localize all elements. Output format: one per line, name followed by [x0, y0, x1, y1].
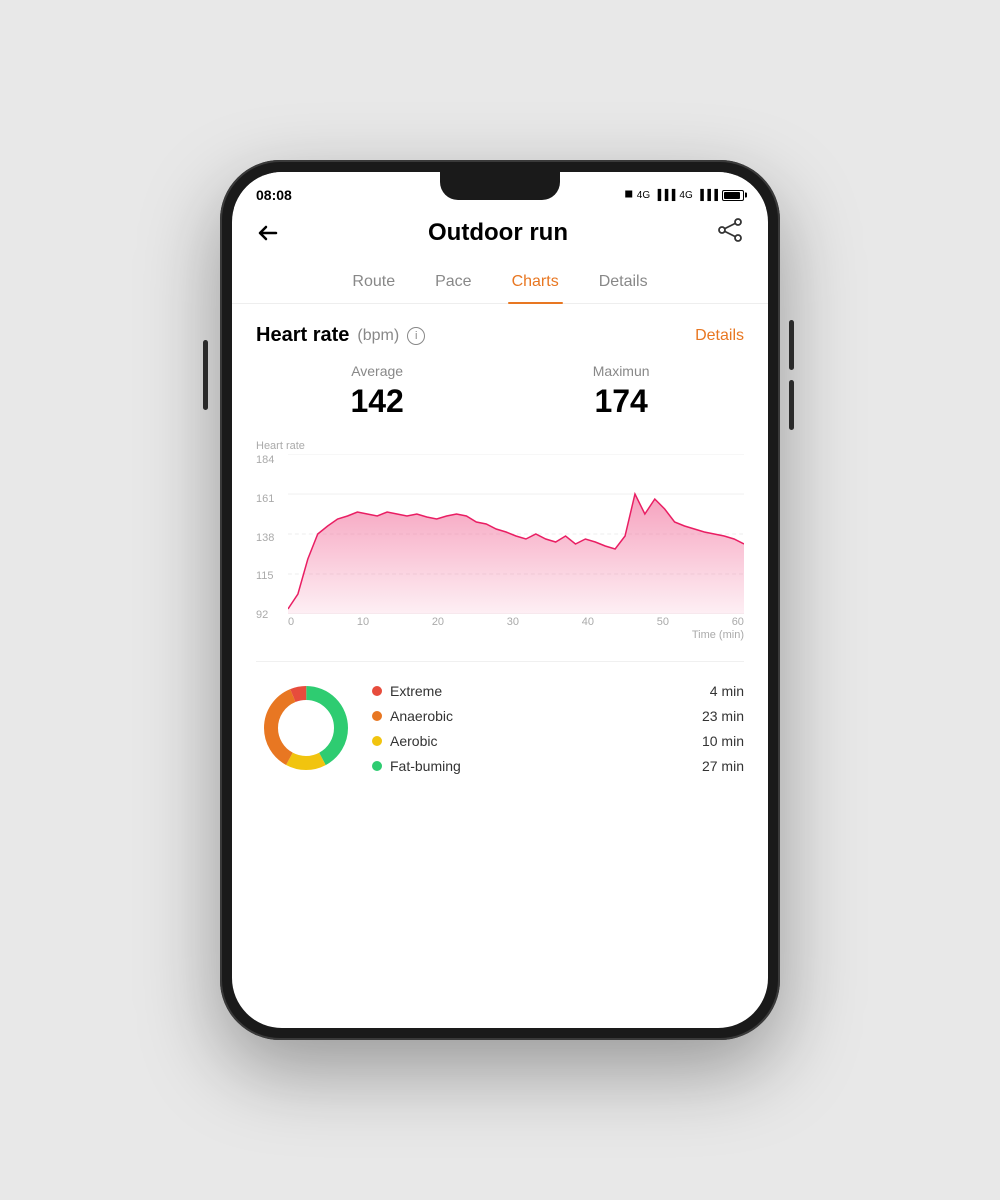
anaerobic-dot [372, 711, 382, 721]
content-area: Heart rate (bpm) i Details Average 142 M… [232, 304, 768, 1028]
legend-items: Extreme 4 min Anaerobic 23 min Aerobic 1… [372, 678, 744, 778]
power-button[interactable] [203, 340, 208, 410]
aerobic-time: 10 min [702, 733, 744, 749]
x-label-50: 50 [657, 616, 669, 628]
chart-area: 184 161 138 115 92 [256, 454, 744, 641]
share-icon [716, 216, 744, 244]
maximum-stat: Maximun 174 [593, 363, 650, 420]
heart-rate-title: Heart rate [256, 324, 349, 347]
maximum-value: 174 [593, 383, 650, 420]
x-label-0: 0 [288, 616, 294, 628]
average-value: 142 [350, 383, 403, 420]
heart-rate-details-link[interactable]: Details [695, 327, 744, 345]
x-label-10: 10 [357, 616, 369, 628]
tab-route[interactable]: Route [348, 265, 399, 303]
info-button[interactable]: i [407, 327, 425, 345]
signal-bars-2: ▐▐▐ [697, 190, 718, 201]
back-button[interactable] [256, 221, 280, 245]
heart-rate-unit: (bpm) [357, 327, 399, 345]
legend-item-aerobic: Aerobic 10 min [372, 733, 744, 749]
notch [440, 172, 560, 200]
tab-pace[interactable]: Pace [431, 265, 475, 303]
x-label-20: 20 [432, 616, 444, 628]
aerobic-dot [372, 736, 382, 746]
anaerobic-name: Anaerobic [390, 708, 694, 724]
heart-rate-chart-wrapper: Heart rate 184 161 138 115 92 [256, 440, 744, 641]
volume-up-button[interactable] [789, 320, 794, 370]
donut-chart [256, 678, 356, 778]
share-button[interactable] [716, 216, 744, 249]
legend-section: Extreme 4 min Anaerobic 23 min Aerobic 1… [256, 661, 744, 794]
fatbuming-name: Fat-buming [390, 758, 694, 774]
y-label-92: 92 [256, 609, 284, 621]
page-title: Outdoor run [428, 219, 568, 247]
y-axis-labels: 184 161 138 115 92 [256, 454, 284, 641]
signal-4g-icon: 4G [637, 190, 650, 201]
page-header: Outdoor run [232, 208, 768, 265]
x-label-40: 40 [582, 616, 594, 628]
phone-frame: 08:08 ⯀ 4G ▐▐▐ 4G ▐▐▐ Outdoor run [220, 160, 780, 1040]
extreme-time: 4 min [710, 683, 744, 699]
heart-rate-section-header: Heart rate (bpm) i Details [256, 324, 744, 347]
legend-item-fatbuming: Fat-buming 27 min [372, 758, 744, 774]
y-label-138: 138 [256, 532, 284, 544]
status-time: 08:08 [256, 187, 292, 203]
stats-row: Average 142 Maximun 174 [256, 363, 744, 420]
tab-charts[interactable]: Charts [508, 265, 563, 303]
chart-svg [288, 454, 744, 614]
legend-item-anaerobic: Anaerobic 23 min [372, 708, 744, 724]
status-icons: ⯀ 4G ▐▐▐ 4G ▐▐▐ [625, 190, 744, 201]
back-arrow-icon [256, 221, 280, 245]
chart-y-title: Heart rate [256, 440, 744, 452]
extreme-name: Extreme [390, 683, 702, 699]
tab-details[interactable]: Details [595, 265, 652, 303]
volume-down-button[interactable] [789, 380, 794, 430]
bluetooth-icon: ⯀ [625, 190, 633, 201]
y-label-184: 184 [256, 454, 284, 466]
signal-bars-1: ▐▐▐ [654, 190, 675, 201]
heart-rate-title-group: Heart rate (bpm) i [256, 324, 425, 347]
tab-bar: Route Pace Charts Details [232, 265, 768, 304]
signal-4g-2-icon: 4G [679, 190, 692, 201]
phone-screen: 08:08 ⯀ 4G ▐▐▐ 4G ▐▐▐ Outdoor run [232, 172, 768, 1028]
legend-item-extreme: Extreme 4 min [372, 683, 744, 699]
average-label: Average [350, 363, 403, 379]
fatbuming-time: 27 min [702, 758, 744, 774]
average-stat: Average 142 [350, 363, 403, 420]
maximum-label: Maximun [593, 363, 650, 379]
anaerobic-time: 23 min [702, 708, 744, 724]
x-axis-labels: 0 10 20 30 40 50 60 [288, 614, 744, 628]
x-axis-unit: Time (min) [288, 629, 744, 641]
x-label-30: 30 [507, 616, 519, 628]
aerobic-name: Aerobic [390, 733, 694, 749]
battery-icon [722, 190, 744, 201]
fatbuming-dot [372, 761, 382, 771]
donut-svg [256, 678, 356, 778]
extreme-dot [372, 686, 382, 696]
y-label-115: 115 [256, 570, 284, 582]
x-label-60: 60 [732, 616, 744, 628]
chart-svg-container: 0 10 20 30 40 50 60 Time (min) [288, 454, 744, 641]
y-label-161: 161 [256, 493, 284, 505]
